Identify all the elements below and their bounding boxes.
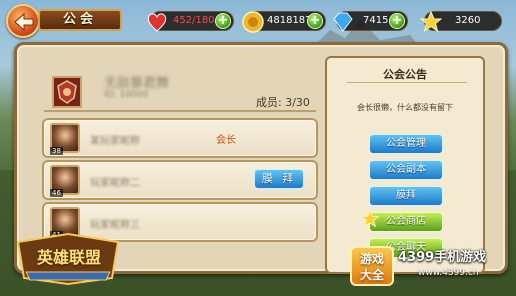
watermark-url: www.4399.cn: [418, 268, 479, 278]
watermark-title: 4399手机游戏: [398, 250, 487, 265]
member-name: 某玩家昵称: [90, 136, 140, 147]
diamond-icon: [333, 12, 353, 32]
honor-value: 3260: [455, 15, 481, 26]
page-title: 公会: [38, 9, 122, 31]
worship-list-button[interactable]: 膜拜: [369, 186, 443, 206]
star-icon: [360, 209, 380, 228]
guild-crest-icon[interactable]: [52, 76, 82, 108]
watermark-badge: 游戏 大全: [350, 246, 394, 286]
member-row[interactable]: 46 玩家昵称二 膜 拜: [42, 160, 318, 200]
gold-value: 4818187: [267, 15, 312, 26]
add-gold-button[interactable]: +: [307, 13, 323, 29]
diamond-value: 7415: [363, 15, 389, 26]
board-title: 公会公告: [383, 68, 427, 81]
guild-manage-button[interactable]: 公会管理: [369, 134, 443, 154]
watermark-4399: 游戏 大全 4399手机游戏 www.4399.cn: [350, 244, 510, 290]
stamina-counter: 452/180 +: [147, 11, 234, 32]
guild-name: 无敌暴君舞: [104, 76, 170, 91]
watermark-badge-text: 游戏 大全: [359, 252, 384, 282]
coin-icon: [242, 11, 264, 33]
game-logo-text: 英雄联盟: [36, 248, 101, 267]
member-role: 会长: [216, 135, 236, 146]
guild-shop-label: 公会商店: [386, 216, 426, 227]
heart-icon: [147, 13, 167, 32]
add-stamina-button[interactable]: +: [215, 13, 231, 29]
honor-counter: 3260: [419, 10, 502, 33]
add-diamond-button[interactable]: +: [389, 13, 405, 29]
member-level: 46: [50, 189, 63, 197]
guild-emblem-icon: [57, 80, 77, 104]
board-divider: [347, 82, 467, 83]
back-button[interactable]: [6, 4, 40, 38]
game-logo: 英雄联盟: [12, 232, 124, 286]
back-arrow-icon: [14, 13, 34, 31]
member-count: 成员: 3/30: [256, 96, 310, 109]
announcement-text: 会长很懒，什么都没有留下: [357, 103, 453, 112]
member-row[interactable]: 38 某玩家昵称 会长: [42, 118, 318, 158]
star-icon: [419, 10, 443, 33]
announcement-board: 公会公告 会长很懒，什么都没有留下 公会管理 公会副本 膜拜 公会商店 公会聊天: [325, 56, 485, 274]
guild-shop-button[interactable]: 公会商店: [360, 209, 443, 232]
member-level: 38: [50, 147, 63, 155]
top-bar: 公会 452/180 + 4818187 + 7415 + 3260: [0, 0, 516, 40]
diamond-counter: 7415 +: [333, 11, 408, 32]
game-background: 公会 452/180 + 4818187 + 7415 + 3260 无敌暴君舞…: [0, 0, 516, 296]
stamina-value: 452/180: [173, 15, 215, 26]
member-name: 玩家昵称二: [90, 178, 140, 189]
divider: [44, 110, 316, 112]
gold-counter: 4818187 +: [242, 11, 326, 33]
guild-id: ID: 10000: [104, 90, 149, 100]
guild-dungeon-button[interactable]: 公会副本: [369, 160, 443, 180]
worship-button[interactable]: 膜 拜: [254, 169, 304, 189]
member-name: 玩家昵称三: [90, 220, 140, 231]
